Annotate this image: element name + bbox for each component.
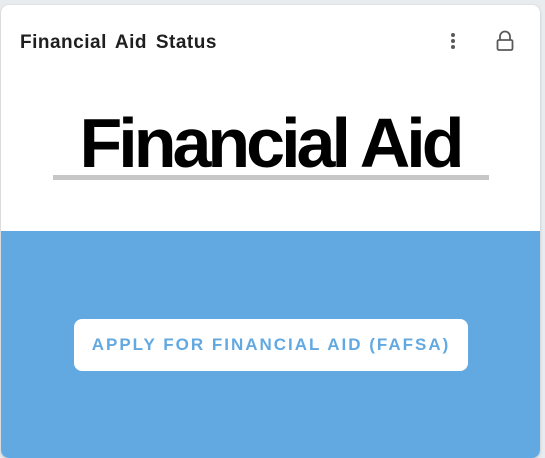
lock-icon	[496, 30, 514, 51]
banner-underline	[53, 175, 489, 180]
action-area: APPLY FOR FINANCIAL AID (FAFSA)	[1, 231, 540, 458]
card-lock-button[interactable]	[493, 29, 517, 53]
financial-aid-status-card: Financial Aid Status Financial Aid APPLY…	[1, 5, 540, 458]
banner-area: Financial Aid	[1, 75, 540, 231]
card-menu-button[interactable]	[442, 29, 464, 53]
banner-text: Financial Aid	[79, 104, 464, 182]
more-vertical-icon	[451, 33, 455, 49]
financial-aid-banner: Financial Aid	[49, 105, 491, 185]
card-header: Financial Aid Status	[1, 5, 540, 75]
card-title: Financial Aid Status	[20, 32, 217, 53]
apply-fafsa-button[interactable]: APPLY FOR FINANCIAL AID (FAFSA)	[74, 319, 468, 371]
